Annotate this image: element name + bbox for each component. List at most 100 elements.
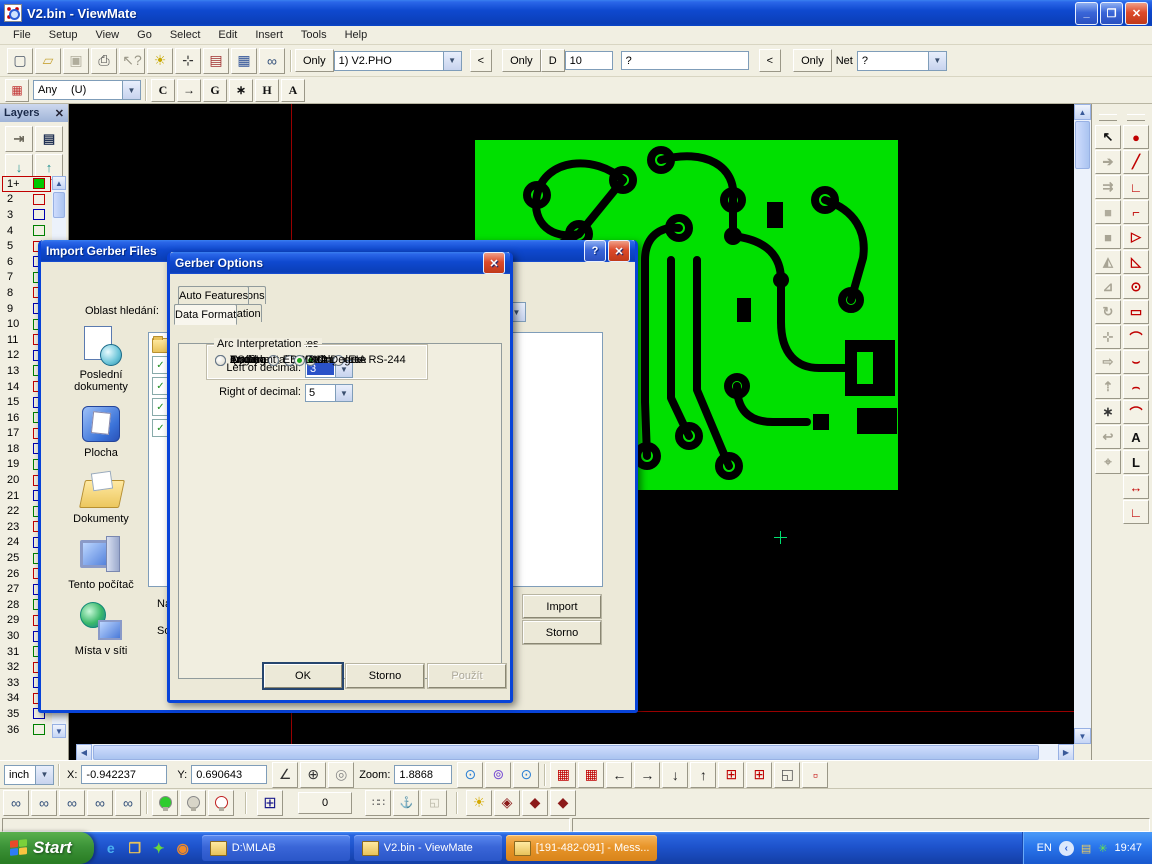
view-lines-button[interactable]: ∞ xyxy=(31,790,57,816)
draw-circle-button[interactable]: ⊙ xyxy=(1123,275,1149,299)
cancel-button[interactable]: Storno xyxy=(346,664,424,688)
context-help-button[interactable]: ↖? xyxy=(119,48,145,74)
highlight-off-button[interactable] xyxy=(180,790,206,816)
radio-option[interactable]: Quadrant xyxy=(215,354,276,366)
scroll-thumb[interactable] xyxy=(93,745,1039,760)
close-button[interactable]: ✕ xyxy=(1125,2,1148,25)
menu-item[interactable]: Tools xyxy=(292,27,336,43)
zoom-grid-button[interactable]: ⊚ xyxy=(485,762,511,788)
poly-select-button[interactable]: ⌖ xyxy=(1095,450,1121,474)
colors-button[interactable]: ▦ xyxy=(231,48,257,74)
quick-firefox-icon[interactable]: ◉ xyxy=(174,839,192,857)
view-dcodes-button[interactable]: ∞ xyxy=(3,790,29,816)
scroll-up-icon[interactable]: ▲ xyxy=(1074,104,1091,120)
highlight-outline-button[interactable] xyxy=(208,790,234,816)
chevron-down-icon[interactable]: ▼ xyxy=(35,766,53,784)
quick-green-icon[interactable]: ✦ xyxy=(150,839,168,857)
select-components-button[interactable]: C xyxy=(151,79,175,102)
menu-item[interactable]: Edit xyxy=(209,27,246,43)
radio-option[interactable]: 360 Degree xyxy=(294,354,367,366)
cancel-button[interactable]: Storno xyxy=(523,621,601,644)
draw-pad-button[interactable]: ● xyxy=(1123,125,1149,149)
pan-down-button[interactable]: ↓ xyxy=(662,762,688,788)
tab[interactable]: Auto Features xyxy=(178,286,249,304)
angle-tool-button[interactable]: ∠ xyxy=(272,762,298,788)
draw-text-button[interactable]: A xyxy=(1123,425,1149,449)
select-text-button[interactable]: A xyxy=(281,79,305,102)
menu-item[interactable]: Help xyxy=(336,27,377,43)
aperture-table-button[interactable]: ⊞ xyxy=(257,790,283,816)
pan-up-button[interactable]: ↑ xyxy=(690,762,716,788)
highlight-on-button[interactable] xyxy=(152,790,178,816)
chevron-down-icon[interactable]: ▼ xyxy=(928,52,946,70)
y-coordinate-field[interactable]: 0.690643 xyxy=(191,765,267,784)
quick-ie-icon[interactable]: e xyxy=(102,839,120,857)
scroll-right-icon[interactable]: ▶ xyxy=(1058,744,1074,761)
grid-add2-button[interactable]: ⊞ xyxy=(746,762,772,788)
zoom-in-button[interactable]: ⊙ xyxy=(457,762,483,788)
import-button[interactable]: Import xyxy=(523,595,601,618)
print-button[interactable]: ⎙ xyxy=(91,48,117,74)
only-dcode-button[interactable]: Only xyxy=(502,49,541,72)
layer-row[interactable]: 1+ xyxy=(2,176,51,192)
select-traces-button[interactable]: → xyxy=(177,79,201,102)
layer-color-swatch[interactable] xyxy=(33,194,45,205)
menu-item[interactable]: Setup xyxy=(40,27,87,43)
fill-box2-button[interactable]: ■ xyxy=(1095,225,1121,249)
grid-add-button[interactable]: ⊞ xyxy=(718,762,744,788)
fill-box-button[interactable]: ■ xyxy=(1095,200,1121,224)
layer-color-swatch[interactable] xyxy=(33,209,45,220)
dcode-query-input[interactable]: ? xyxy=(621,51,749,70)
flash-mode-button[interactable]: ☀ xyxy=(466,790,492,816)
dcode-list-button[interactable]: ▤ xyxy=(203,48,229,74)
copy-selection-button[interactable]: ⇉ xyxy=(1095,175,1121,199)
draw-rect-button[interactable]: ▭ xyxy=(1123,300,1149,324)
new-button[interactable]: ▢ xyxy=(7,48,33,74)
resize-select-button[interactable]: ◱ xyxy=(774,762,800,788)
menu-item[interactable]: Insert xyxy=(246,27,292,43)
select-cursor-button[interactable]: ↖ xyxy=(1095,125,1121,149)
select-pads-button[interactable]: H xyxy=(255,79,279,102)
place-recent-documents[interactable]: Poslední dokumenty xyxy=(55,326,147,393)
draw-fan-button[interactable]: ▷ xyxy=(1123,225,1149,249)
close-icon[interactable]: ✕ xyxy=(55,107,64,120)
prev-net-button[interactable]: < xyxy=(759,49,781,72)
menu-item[interactable]: View xyxy=(86,27,128,43)
taskbar-task[interactable]: [191-482-091] - Mess... xyxy=(506,835,658,861)
layer-table-button[interactable]: ▤ xyxy=(35,126,63,152)
place-desktop[interactable]: Plocha xyxy=(55,404,147,459)
apply-button[interactable]: Použít xyxy=(428,664,506,688)
rotate-button[interactable]: ↻ xyxy=(1095,300,1121,324)
zoom-window-button[interactable]: ⊙ xyxy=(513,762,539,788)
scroll-down-icon[interactable]: ▼ xyxy=(52,724,66,738)
draw-italic-button[interactable]: L xyxy=(1123,450,1149,474)
pad-mode-button[interactable]: ◈ xyxy=(494,790,520,816)
draw-arc1-button[interactable]: ⌒ xyxy=(1123,325,1149,349)
tab[interactable]: Data Format xyxy=(174,304,237,325)
only-net-button[interactable]: Only xyxy=(793,49,832,72)
inspect-button[interactable]: ∞ xyxy=(259,48,285,74)
move-selection-button[interactable]: ➔ xyxy=(1095,150,1121,174)
ok-button[interactable]: OK xyxy=(264,664,342,688)
layer-color-swatch[interactable] xyxy=(33,724,45,735)
pan-right-button[interactable]: → xyxy=(634,762,660,788)
origin-tool-button[interactable]: ⊕ xyxy=(300,762,326,788)
menu-item[interactable]: Select xyxy=(161,27,210,43)
selection-filter-combo[interactable]: Any (U) ▼ xyxy=(33,80,141,100)
start-button[interactable]: Start xyxy=(0,832,94,864)
scroll-left-icon[interactable]: ◀ xyxy=(76,744,92,761)
layer-row[interactable]: 3 xyxy=(2,207,51,223)
canvas-horizontal-scrollbar[interactable]: ◀ ▶ xyxy=(76,744,1074,761)
to-layer-button[interactable]: ⇨ xyxy=(1095,350,1121,374)
select-gerber-button[interactable]: G xyxy=(203,79,227,102)
view-shapes-button[interactable]: ∞ xyxy=(59,790,85,816)
net-combo[interactable]: ? ▼ xyxy=(857,51,947,71)
units-combo[interactable]: inch ▼ xyxy=(4,765,54,785)
grid-dots-button[interactable]: ∷∷ xyxy=(365,790,391,816)
language-indicator[interactable]: EN xyxy=(1037,842,1052,854)
maximize-button[interactable]: ❐ xyxy=(1100,2,1123,25)
taskbar-task[interactable]: D:\MLAB xyxy=(202,835,350,861)
grid-double-button[interactable]: ▦ xyxy=(578,762,604,788)
draw-arc2-button[interactable]: ⌣ xyxy=(1123,350,1149,374)
layer-row[interactable]: 4 xyxy=(2,223,51,239)
